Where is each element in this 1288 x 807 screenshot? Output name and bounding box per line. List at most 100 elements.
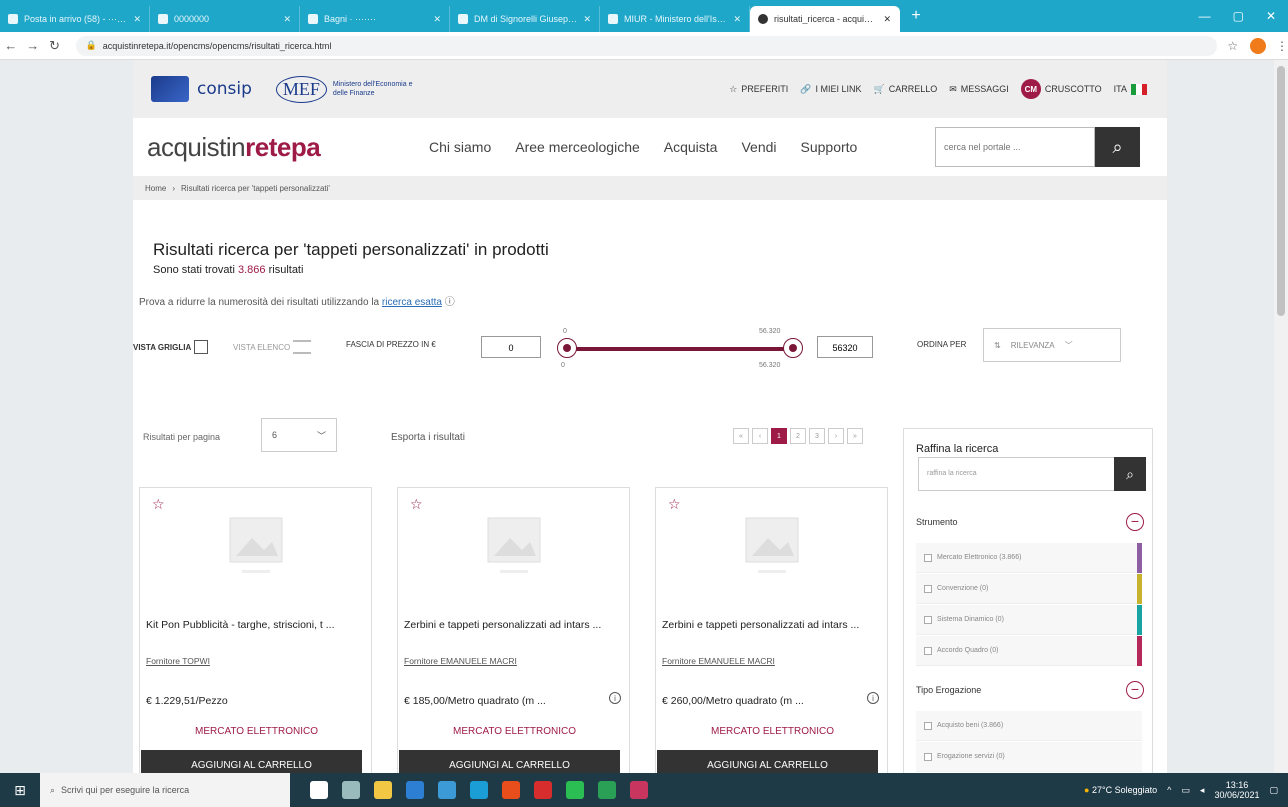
sort-select[interactable]: ⇅ RILEVANZA ﹀: [983, 328, 1121, 362]
info-icon[interactable]: i: [609, 692, 621, 704]
page-next[interactable]: ›: [828, 428, 844, 444]
browser-tab[interactable]: 0000000 ✕: [150, 6, 300, 32]
task-view-icon[interactable]: [342, 781, 360, 799]
maximize-icon[interactable]: ▢: [1233, 9, 1244, 23]
price-max-input[interactable]: 56320: [817, 336, 873, 358]
volume-icon[interactable]: ◂: [1200, 785, 1205, 796]
collapse-icon[interactable]: −: [1126, 681, 1144, 699]
filter-option[interactable]: Sistema Dinamico (0): [916, 605, 1142, 635]
network-icon[interactable]: ▭: [1181, 785, 1190, 796]
minimize-icon[interactable]: —: [1199, 9, 1211, 23]
firefox-icon[interactable]: [502, 781, 520, 799]
product-supplier-link[interactable]: Fornitore EMANUELE MACRI: [662, 656, 775, 666]
app-icon[interactable]: [630, 781, 648, 799]
checkbox[interactable]: [924, 615, 932, 624]
scrollbar-thumb[interactable]: [1277, 66, 1285, 316]
per-page-select[interactable]: 6 ﹀: [261, 418, 337, 452]
browser-tab[interactable]: MIUR - Ministero dell'Istruzione✕: [600, 6, 750, 32]
checkbox[interactable]: [924, 584, 932, 593]
filter-option[interactable]: Mercato Elettronico (3.866): [916, 543, 1142, 573]
messaggi-link[interactable]: ✉ MESSAGGI: [949, 84, 1009, 95]
bookmark-star-icon[interactable]: ☆: [1227, 39, 1238, 53]
search-button[interactable]: ⌕: [1095, 127, 1140, 167]
windows-start-icon[interactable]: ⊞: [0, 773, 40, 807]
info-icon[interactable]: i: [867, 692, 879, 704]
product-card[interactable]: ☆ Kit Pon Pubblicità - targhe, striscion…: [139, 487, 372, 773]
product-card[interactable]: ☆ Zerbini e tappeti personalizzati ad in…: [655, 487, 888, 773]
browser-tab[interactable]: Bagni · ······· ✕: [300, 6, 450, 32]
product-supplier-link[interactable]: Fornitore TOPWI: [146, 656, 210, 666]
filter-option[interactable]: Acquisto beni (3.866): [916, 711, 1142, 741]
checkbox[interactable]: [924, 721, 932, 730]
filter-option[interactable]: Erogazione servizi (0): [916, 742, 1142, 772]
price-slider-min-handle[interactable]: [557, 338, 577, 358]
product-title[interactable]: Zerbini e tappeti personalizzati ad inta…: [404, 618, 628, 633]
export-results-link[interactable]: Esporta i risultati: [391, 432, 465, 443]
skype-icon[interactable]: [470, 781, 488, 799]
edge-icon[interactable]: [406, 781, 424, 799]
browser-tab[interactable]: Posta in arrivo (58) - ········· ✕: [0, 6, 150, 32]
url-field[interactable]: 🔒 acquistinretepa.it/opencms/opencms/ris…: [75, 35, 1218, 56]
page-1[interactable]: 1: [771, 428, 787, 444]
reload-icon[interactable]: ↻: [44, 38, 66, 54]
page-first[interactable]: «: [733, 428, 749, 444]
add-to-cart-button[interactable]: AGGIUNGI AL CARRELLO: [141, 750, 362, 773]
browser-tab[interactable]: DM di Signorelli Giuseppe ✕: [450, 6, 600, 32]
price-slider-track[interactable]: [569, 347, 794, 351]
clock[interactable]: 13:16 30/06/2021: [1214, 780, 1259, 800]
chrome-icon[interactable]: [566, 781, 584, 799]
language-switch[interactable]: ITA: [1114, 83, 1147, 95]
excel-icon[interactable]: [598, 781, 616, 799]
tray-chevron-icon[interactable]: ^: [1167, 785, 1171, 795]
close-icon[interactable]: ✕: [133, 14, 141, 25]
product-title[interactable]: Kit Pon Pubblicità - targhe, striscioni,…: [146, 618, 370, 633]
close-icon[interactable]: ✕: [583, 14, 591, 25]
taskbar-search[interactable]: ⌕ Scrivi qui per eseguire la ricerca: [40, 773, 290, 807]
carrello-link[interactable]: 🛒 CARRELLO: [874, 84, 938, 95]
nav-supporto[interactable]: Supporto: [801, 139, 858, 155]
weather-widget[interactable]: ● 27°C Soleggiato: [1084, 785, 1157, 795]
checkbox[interactable]: [924, 646, 932, 655]
price-min-input[interactable]: 0: [481, 336, 541, 358]
profile-avatar[interactable]: [1250, 37, 1267, 54]
store-icon[interactable]: [438, 781, 456, 799]
exact-search-link[interactable]: ricerca esatta: [382, 297, 442, 308]
page-3[interactable]: 3: [809, 428, 825, 444]
checkbox[interactable]: [924, 553, 932, 562]
close-icon[interactable]: ✕: [883, 14, 891, 25]
favorite-star-icon[interactable]: ☆: [152, 496, 165, 513]
page-2[interactable]: 2: [790, 428, 806, 444]
product-supplier-link[interactable]: Fornitore EMANUELE MACRI: [404, 656, 517, 666]
close-icon[interactable]: ✕: [433, 14, 441, 25]
notification-icon[interactable]: ▢: [1269, 785, 1278, 796]
forward-icon[interactable]: →: [22, 38, 44, 53]
filter-group-tipo-erogazione[interactable]: Tipo Erogazione: [916, 685, 981, 695]
favorite-star-icon[interactable]: ☆: [410, 496, 423, 513]
miei-link-link[interactable]: 🔗 I MIEI LINK: [800, 84, 861, 95]
acrobat-icon[interactable]: [534, 781, 552, 799]
file-explorer-icon[interactable]: [374, 781, 392, 799]
refine-search-button[interactable]: ⌕: [1114, 457, 1146, 491]
filter-option[interactable]: Accordo Quadro (0): [916, 636, 1142, 666]
nav-aree-merceologiche[interactable]: Aree merceologiche: [515, 139, 640, 155]
grid-view-toggle[interactable]: VISTA GRIGLIA: [133, 340, 209, 354]
product-card[interactable]: ☆ Zerbini e tappeti personalizzati ad in…: [397, 487, 630, 773]
info-icon[interactable]: ⓘ: [445, 297, 455, 308]
add-to-cart-button[interactable]: AGGIUNGI AL CARRELLO: [657, 750, 878, 773]
new-tab-icon[interactable]: +: [904, 7, 928, 25]
cortana-icon[interactable]: [310, 781, 328, 799]
close-icon[interactable]: ✕: [283, 14, 291, 25]
refine-search-input[interactable]: raffina la ricerca: [918, 457, 1122, 491]
breadcrumb-home[interactable]: Home: [145, 184, 166, 193]
consip-logo[interactable]: [151, 76, 189, 102]
page-last[interactable]: »: [847, 428, 863, 444]
price-slider-max-handle[interactable]: [783, 338, 803, 358]
add-to-cart-button[interactable]: AGGIUNGI AL CARRELLO: [399, 750, 620, 773]
collapse-icon[interactable]: −: [1126, 513, 1144, 531]
page-scrollbar[interactable]: [1274, 60, 1288, 773]
favorite-star-icon[interactable]: ☆: [668, 496, 681, 513]
nav-acquista[interactable]: Acquista: [664, 139, 718, 155]
filter-group-strumento[interactable]: Strumento: [916, 517, 958, 527]
product-title[interactable]: Zerbini e tappeti personalizzati ad inta…: [662, 618, 886, 633]
browser-tab-active[interactable]: risultati_ricerca - acquistinrete✕: [750, 6, 900, 32]
